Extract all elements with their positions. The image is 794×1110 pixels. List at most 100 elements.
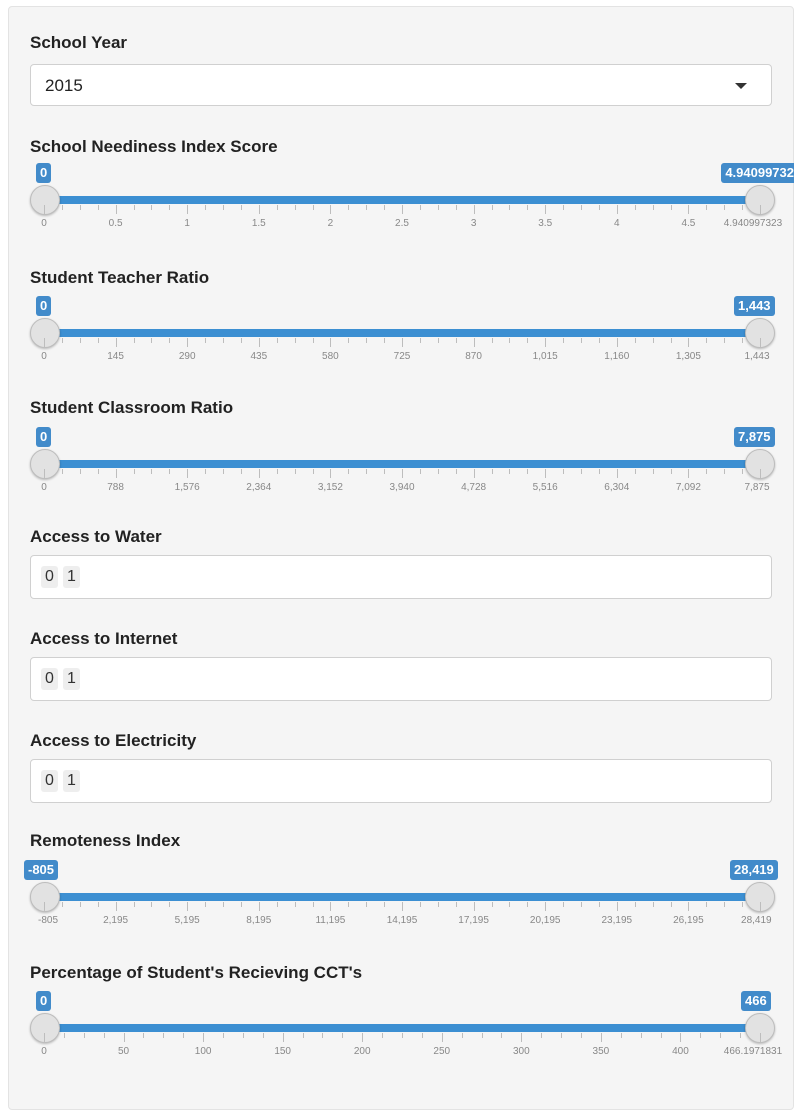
slider-minor-tick [563,205,565,210]
slider-tick [688,469,690,478]
slider-minor-tick [634,338,636,343]
selected-chip[interactable]: 0 [41,566,58,588]
slider-tick-label: 8,195 [246,915,272,926]
slider-minor-tick [61,469,63,474]
slider-minor-tick [724,338,726,343]
slider-minor-tick [706,205,708,210]
slider-minor-tick [133,338,135,343]
slider-minor-tick [491,205,493,210]
slider-minor-tick [223,205,224,210]
slider-minor-tick [63,1033,65,1038]
slider-minor-tick [169,338,171,343]
slider-minor-tick [509,205,511,210]
slider-min-handle[interactable] [30,318,60,348]
slider-minor-tick [581,1033,582,1038]
access-to-electricity-input[interactable]: 0 1 [30,759,772,803]
school-year-select[interactable]: 2015 [30,64,772,106]
neediness-slider[interactable]: 0 4.94099732 0 0.5 1 1.5 2 2.5 3 3.5 4 4.5 4.94099… [0,163,794,253]
slider-minor-tick [541,1033,543,1038]
slider-minor-tick [133,902,135,907]
slider-min-badge: 0 [36,163,52,183]
slider-minor-tick [419,469,421,474]
slider-min-handle[interactable] [30,449,60,479]
access-to-water-input[interactable]: 0 1 [30,555,772,599]
slider-tick [258,205,260,214]
selected-chip[interactable]: 1 [63,770,80,792]
slider-tick [760,205,761,214]
slider-minor-tick [348,902,350,907]
slider-minor-tick [509,469,511,474]
slider-tick [616,902,618,911]
slider-tick-label: 0 [41,482,47,493]
slider-minor-tick [491,902,493,907]
slider-minor-tick [366,205,368,210]
selected-chip[interactable]: 0 [41,668,58,690]
slider-minor-tick [97,902,99,907]
slider-tick [473,469,475,478]
student-teacher-ratio-slider[interactable]: 0 1,443 0 145 290 435 580 725 870 1,015 1,160 1,3… [0,296,794,386]
slider-tick-label: 6,304 [604,482,630,493]
slider-minor-tick [312,338,314,343]
slider-minor-tick [205,902,207,907]
slider-minor-tick [419,205,421,210]
selected-chip[interactable]: 1 [63,668,80,690]
slider-tick [123,1033,125,1042]
cct-percentage-slider[interactable]: 0 466 0 50 100 150 200 250 300 350 400 466.197183… [0,991,794,1081]
slider-tick-label: 100 [194,1046,212,1057]
slider-minor-tick [322,1033,324,1038]
slider-minor-tick [163,1033,165,1038]
slider-tick [330,469,332,478]
slider-min-handle[interactable] [30,1013,60,1043]
slider-tick [115,469,117,478]
slider-minor-tick [366,902,368,907]
slider-minor-tick [240,205,242,210]
slider-tick-label: 1,160 [604,351,630,362]
slider-track[interactable] [42,893,762,901]
slider-min-badge: 0 [36,991,52,1011]
slider-minor-tick [276,205,278,210]
slider-min-handle[interactable] [30,185,60,215]
slider-minor-tick [581,338,582,343]
slider-tick [616,469,618,478]
slider-minor-tick [700,1033,702,1038]
slider-tick-label: 17,195 [458,915,489,926]
selected-chip[interactable]: 1 [63,566,80,588]
slider-minor-tick [262,1033,264,1038]
slider-minor-tick [742,338,744,343]
slider-tick-label: 0.5 [108,218,123,229]
slider-minor-tick [527,338,529,343]
slider-minor-tick [169,902,171,907]
remoteness-index-slider[interactable]: -805 28,419 -805 2,195 5,195 8,195 11,195 14,… [0,860,794,950]
slider-tick [545,902,547,911]
slider-tick-label: 11,195 [315,915,346,926]
slider-minor-tick [491,469,493,474]
slider-minor-tick [634,205,636,210]
slider-minor-tick [581,902,582,907]
slider-tick [680,1033,682,1042]
slider-track[interactable] [42,329,762,337]
slider-tick [616,205,618,214]
slider-minor-tick [384,469,386,474]
access-to-internet-input[interactable]: 0 1 [30,657,772,701]
slider-track[interactable] [42,460,762,468]
slider-min-handle[interactable] [30,882,60,912]
slider-tick-label: 2,195 [103,915,129,926]
slider-tick-label: 0 [41,351,47,362]
access-to-electricity-label: Access to Electricity [30,731,197,750]
student-classroom-ratio-slider[interactable]: 0 7,875 0 788 1,576 2,364 3,152 3,940 4,728 5,5… [0,427,794,517]
slider-minor-tick [348,205,350,210]
slider-minor-tick [242,1033,244,1038]
slider-track[interactable] [42,196,762,204]
slider-minor-tick [402,1033,403,1038]
slider-min-badge: -805 [24,860,59,880]
slider-tick-label: 580 [322,351,339,362]
slider-minor-tick [563,469,565,474]
slider-minor-tick [509,338,511,343]
slider-minor-tick [527,902,529,907]
slider-minor-tick [509,902,511,907]
selected-chip[interactable]: 0 [41,770,58,792]
slider-tick [688,338,690,347]
slider-minor-tick [240,902,242,907]
slider-tick-label: 435 [250,351,268,362]
slider-track[interactable] [42,1024,762,1032]
